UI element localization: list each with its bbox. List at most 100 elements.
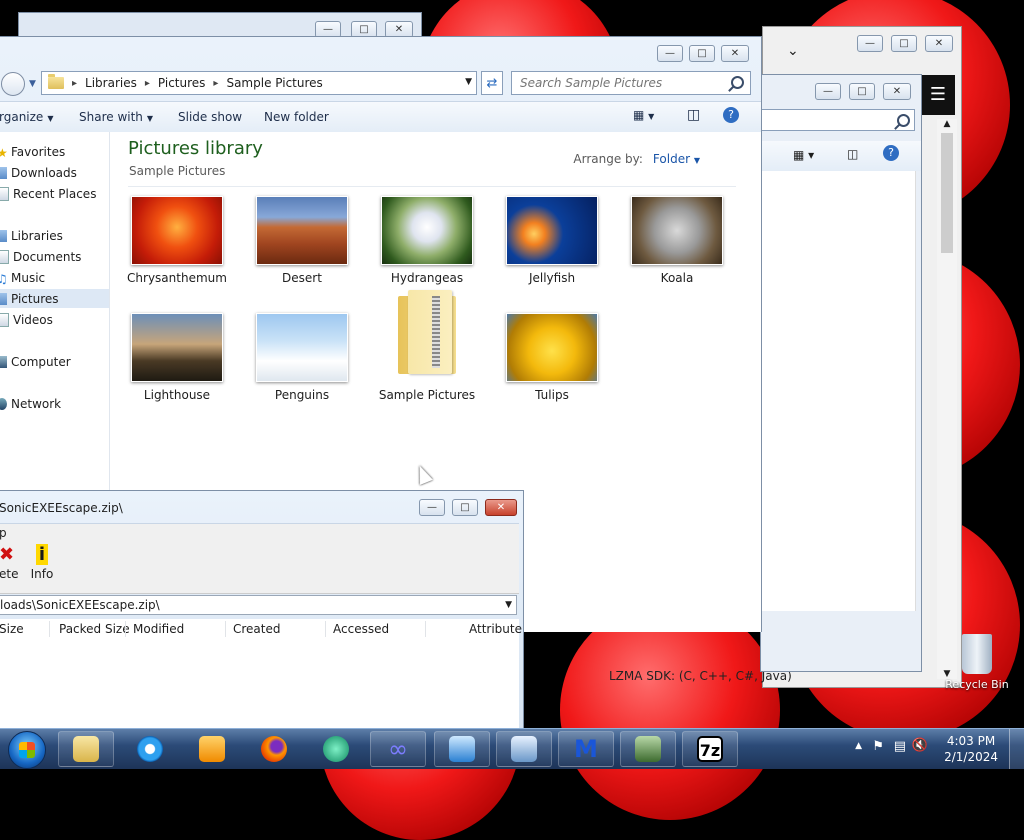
- minimize-button[interactable]: —: [657, 45, 683, 62]
- minimize-button[interactable]: —: [419, 499, 445, 516]
- column-divider[interactable]: [425, 621, 426, 637]
- 7zip-window[interactable]: SonicEXEEscape.zip\ — □ ✕ p ✖ ete i Info…: [0, 490, 524, 731]
- change-view-icon[interactable]: ▦ ▼: [633, 108, 654, 122]
- chevron-right-icon[interactable]: ▸: [145, 78, 150, 89]
- help-icon[interactable]: ?: [723, 107, 739, 123]
- search-icon[interactable]: [731, 76, 744, 89]
- file-item[interactable]: Sample Pictures: [372, 290, 482, 402]
- column-divider[interactable]: [125, 621, 126, 637]
- arrange-by-dropdown[interactable]: Folder ▼: [653, 152, 700, 166]
- nav-documents[interactable]: Documents: [0, 247, 109, 266]
- column-packed-size[interactable]: Packed Size: [59, 622, 130, 636]
- search-icon[interactable]: [897, 114, 910, 127]
- recycle-bin-shortcut[interactable]: Recycle Bin: [944, 634, 1010, 691]
- taskbar-app-shield[interactable]: [434, 731, 490, 767]
- delete-button[interactable]: ✖ ete: [0, 545, 19, 582]
- address-bar[interactable]: ▸ Libraries ▸ Pictures ▸ Sample Pictures…: [41, 71, 477, 95]
- taskbar-firefox[interactable]: [246, 731, 302, 767]
- nav-music[interactable]: ♫ Music: [0, 268, 109, 287]
- nav-libraries[interactable]: Libraries: [0, 226, 109, 245]
- minimize-button[interactable]: —: [857, 35, 883, 52]
- show-desktop-button[interactable]: [1009, 729, 1024, 769]
- view-icon[interactable]: ▦ ▾: [793, 148, 814, 162]
- maximize-button[interactable]: □: [452, 499, 478, 516]
- nav-videos[interactable]: Videos: [0, 310, 109, 329]
- file-item[interactable]: Tulips: [497, 313, 607, 402]
- address-dropdown-icon[interactable]: ▼: [465, 77, 472, 87]
- action-center-flag-icon[interactable]: ⚑: [872, 739, 884, 754]
- share-with-button[interactable]: Share with ▼: [79, 110, 153, 124]
- search-input[interactable]: [518, 75, 722, 91]
- nav-network[interactable]: Network: [0, 394, 109, 413]
- chevron-right-icon[interactable]: ▸: [213, 78, 218, 89]
- close-button[interactable]: ✕: [485, 499, 517, 516]
- file-item[interactable]: Koala: [622, 196, 732, 285]
- nav-downloads[interactable]: Downloads: [0, 163, 109, 182]
- nav-computer[interactable]: Computer: [0, 352, 109, 371]
- search-input[interactable]: [761, 109, 915, 131]
- column-divider[interactable]: [225, 621, 226, 637]
- organize-button[interactable]: rganize ▼: [0, 110, 53, 124]
- chevron-down-icon[interactable]: ⌄: [787, 43, 799, 59]
- preview-pane-icon[interactable]: ◫: [847, 147, 858, 161]
- column-size[interactable]: Size: [0, 622, 24, 636]
- maximize-button[interactable]: □: [891, 35, 917, 52]
- info-button[interactable]: i Info: [27, 544, 57, 581]
- explorer-window-back[interactable]: — □ ✕ ▦ ▾ ◫ ?: [760, 74, 922, 672]
- file-list[interactable]: [0, 639, 519, 731]
- chevron-right-icon[interactable]: ▸: [72, 78, 77, 89]
- forward-button[interactable]: [1, 72, 25, 96]
- scrollbar-thumb[interactable]: [941, 133, 953, 253]
- breadcrumb-sample-pictures[interactable]: Sample Pictures: [226, 76, 322, 90]
- help-icon[interactable]: ?: [883, 145, 899, 161]
- hamburger-icon[interactable]: ☰: [930, 84, 946, 105]
- close-button[interactable]: ✕: [883, 83, 911, 100]
- maximize-button[interactable]: □: [849, 83, 875, 100]
- menu-item-help[interactable]: p: [0, 526, 7, 540]
- taskbar-internet-explorer[interactable]: [122, 731, 178, 767]
- start-button[interactable]: [8, 731, 46, 769]
- column-created[interactable]: Created: [233, 622, 281, 636]
- file-item[interactable]: Desert: [247, 196, 357, 285]
- volume-muted-icon[interactable]: 🔇: [912, 738, 928, 753]
- close-button[interactable]: ✕: [925, 35, 953, 52]
- nav-favorites[interactable]: ★ Favorites: [0, 142, 109, 161]
- show-hidden-icons-icon[interactable]: ▲: [855, 741, 862, 751]
- slide-show-button[interactable]: Slide show: [178, 110, 242, 124]
- column-divider[interactable]: [325, 621, 326, 637]
- file-item[interactable]: Lighthouse: [122, 313, 232, 402]
- minimize-button[interactable]: —: [815, 83, 841, 100]
- taskbar-media-player[interactable]: [184, 731, 240, 767]
- file-item[interactable]: Penguins: [247, 313, 357, 402]
- file-item[interactable]: Chrysanthemum: [122, 196, 232, 285]
- scroll-up-icon[interactable]: ▲: [937, 119, 957, 129]
- taskbar-app-infinity[interactable]: ∞: [370, 731, 426, 767]
- column-attributes[interactable]: Attribute: [469, 622, 522, 636]
- column-divider[interactable]: [49, 621, 50, 637]
- taskbar-app-green[interactable]: [308, 731, 364, 767]
- taskbar-malwarebytes[interactable]: M: [558, 731, 614, 767]
- column-accessed[interactable]: Accessed: [333, 622, 389, 636]
- close-button[interactable]: ✕: [721, 45, 749, 62]
- taskbar-explorer[interactable]: [58, 731, 114, 767]
- nav-pictures[interactable]: Pictures: [0, 289, 109, 308]
- network-tray-icon[interactable]: ▤: [894, 739, 906, 754]
- file-item[interactable]: Hydrangeas: [372, 196, 482, 285]
- search-field[interactable]: [511, 71, 751, 95]
- breadcrumb-libraries[interactable]: Libraries: [85, 76, 137, 90]
- column-modified[interactable]: Modified: [133, 622, 184, 636]
- refresh-button[interactable]: ⇄: [481, 71, 503, 95]
- clock[interactable]: 4:03 PM 2/1/2024: [944, 733, 998, 765]
- new-folder-button[interactable]: New folder: [264, 110, 329, 124]
- taskbar-monitor-app[interactable]: [620, 731, 676, 767]
- vertical-scrollbar[interactable]: ▲ ▼: [937, 119, 957, 679]
- preview-pane-icon[interactable]: ◫: [687, 107, 700, 123]
- taskbar-control-panel[interactable]: [496, 731, 552, 767]
- breadcrumb-pictures[interactable]: Pictures: [158, 76, 206, 90]
- recent-pages-dropdown-icon[interactable]: ▼: [29, 79, 36, 89]
- dropdown-icon[interactable]: ▼: [505, 600, 512, 610]
- path-combobox[interactable]: loads\SonicEXEEscape.zip\ ▼: [0, 595, 517, 615]
- file-item[interactable]: Jellyfish: [497, 196, 607, 285]
- maximize-button[interactable]: □: [689, 45, 715, 62]
- taskbar-7zip[interactable]: 7z: [682, 731, 738, 767]
